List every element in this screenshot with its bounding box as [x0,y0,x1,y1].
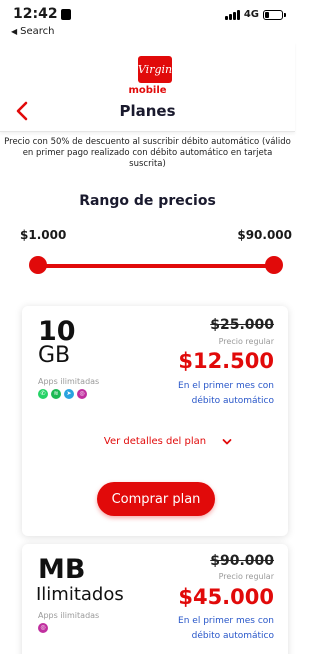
plan-details-toggle[interactable]: Ver detalles del plan [22,436,288,447]
logo-wordmark: mobile [128,85,167,96]
discount-note: En el primer mes con débito automático [178,616,274,641]
price-range-max-handle[interactable] [265,256,283,274]
status-indicators: 4G [224,9,286,20]
discount-note: En el primer mes con débito automático [178,381,274,406]
page-title: Planes [119,102,176,120]
battery-icon [263,9,286,20]
regular-price: $90.000 [210,553,274,569]
virgin-logo: Virgin [138,56,172,83]
price-range-title: Rango de precios [79,193,216,209]
plan-data-amount: 10 [38,316,76,347]
regular-price-label: Precio regular [218,337,274,346]
price-range-min: $1.000 [20,228,67,242]
discounted-price: $45.000 [178,585,274,609]
apps-label: Apps ilimitadas [38,611,100,620]
instagram-icon: ◎ [38,623,48,633]
telegram-icon: ➤ [64,389,74,399]
buy-plan-button[interactable]: Comprar plan [97,482,215,516]
regular-price: $25.000 [210,317,274,333]
chevron-down-icon[interactable] [222,438,232,446]
plan-card: 10 GB Apps ilimitadas ✆ ≋ ➤ ◎ $25.000 Pr… [22,306,288,536]
apps-icons: ✆ ≋ ➤ ◎ [38,389,87,399]
back-triangle-icon: ◀ [11,27,18,36]
instagram-icon: ◎ [77,389,87,399]
plan-details-label: Ver detalles del plan [103,436,207,447]
promo-disclaimer: Precio con 50% de descuento al suscribir… [4,137,291,169]
back-to-search-link[interactable]: ◀ Search [11,26,55,37]
back-to-search-label: Search [20,26,55,37]
clock: 12:42 [13,6,71,22]
price-range-slider-track[interactable] [38,264,274,268]
discounted-price: $12.500 [178,349,274,373]
plan-card: MB Ilimitados Apps ilimitadas ◎ $90.000 … [22,544,288,654]
price-range-min-handle[interactable] [29,256,47,274]
clock-time: 12:42 [13,6,58,22]
network-type: 4G [243,9,259,20]
apps-label: Apps ilimitadas [38,377,100,386]
app-header: Virgin mobile Planes [0,42,295,132]
logo-script: Virgin [137,63,173,76]
whatsapp-icon: ✆ [38,389,48,399]
plan-data-amount: MB [38,554,86,585]
regular-price-label: Precio regular [218,572,274,581]
apps-icons: ◎ [38,623,48,633]
plan-data-unit: Ilimitados [36,584,124,605]
signal-icon [224,9,240,20]
plan-data-unit: GB [38,343,71,368]
screen-lock-icon [60,8,71,20]
status-bar: 12:42 ◀ Search 4G [0,0,295,42]
price-range-max: $90.000 [237,228,292,242]
spotify-icon: ≋ [51,389,61,399]
